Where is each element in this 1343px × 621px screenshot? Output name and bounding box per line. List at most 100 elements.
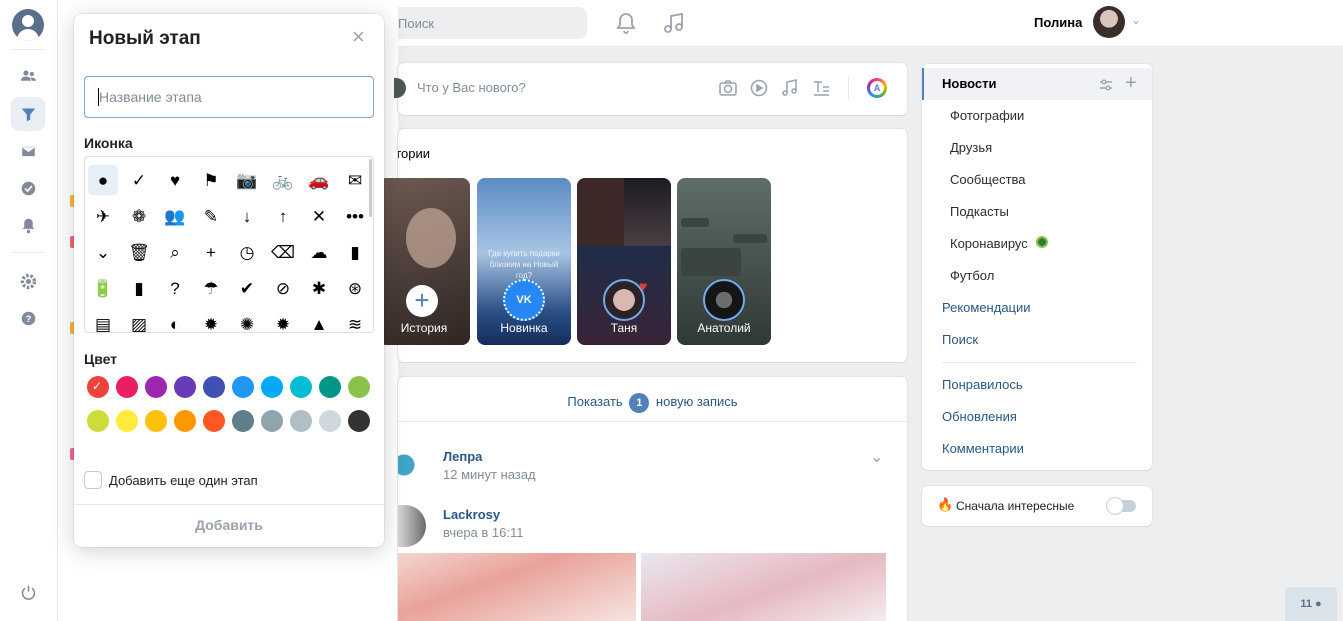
color-swatch[interactable] [319,376,341,398]
news-menu-item[interactable]: Обновления [922,401,1152,433]
stage-icon-option[interactable]: ⚑ [196,165,226,195]
post-time[interactable]: вчера в 16:11 [443,525,523,540]
news-menu-item[interactable]: Сообщества [922,164,1152,196]
interest-toggle-card[interactable]: 🔥 Сначала интересные [922,486,1152,526]
color-swatch[interactable] [261,410,283,432]
user-avatar[interactable] [1093,6,1125,38]
stage-icon-option[interactable]: ☁ [304,237,334,267]
color-swatch[interactable] [232,376,254,398]
camera-icon[interactable] [718,78,738,98]
stage-icon-option[interactable]: 🚗 [304,165,334,195]
stage-icon-option[interactable]: ••• [340,201,370,231]
stage-icon-option[interactable]: ☂ [196,273,226,303]
add-story-icon[interactable]: + [406,285,438,317]
article-icon[interactable] [811,78,831,98]
stage-icon-option[interactable]: 🚲 [268,165,298,195]
post-time[interactable]: 12 минут назад [443,467,536,482]
stage-icon-option[interactable]: ● [88,165,118,195]
stage-icon-option[interactable]: ⌕ [160,237,190,267]
profile-avatar-icon[interactable] [12,9,44,41]
music-attach-icon[interactable] [780,78,800,98]
color-swatch[interactable] [87,410,109,432]
color-swatch[interactable] [348,376,370,398]
chevron-down-icon[interactable]: ⌄ [870,447,883,467]
story-card[interactable]: + История [378,178,470,345]
post-photo[interactable] [641,553,886,621]
color-swatch[interactable] [290,410,312,432]
check-circle-icon[interactable] [11,171,45,205]
stage-icon-option[interactable]: ⌫ [268,237,298,267]
icon-grid-scrollbar[interactable] [369,159,372,217]
color-swatch[interactable] [145,376,167,398]
lepra-avatar[interactable] [398,443,426,485]
stage-icon-option[interactable]: ✹ [196,309,226,333]
chevron-down-icon[interactable]: ⌄ [1131,13,1141,27]
stage-icon-option[interactable]: ↑ [268,201,298,231]
stage-icon-option[interactable]: ❁ [124,201,154,231]
news-menu-item[interactable]: Фотографии [922,100,1152,132]
stage-icon-option[interactable]: ✈ [88,201,118,231]
user-name[interactable]: Полина [1034,15,1082,30]
bell-icon[interactable] [11,208,45,242]
stage-icon-option[interactable]: ▮ [340,237,370,267]
stage-icon-option[interactable]: ⌄ [88,237,118,267]
stage-icon-option[interactable]: ▤ [88,309,118,333]
post-author[interactable]: Lackrosy [443,507,500,522]
gear-icon[interactable] [11,264,45,298]
story-card[interactable]: ♥ Таня [577,178,671,345]
stage-icon-option[interactable]: ✎ [196,201,226,231]
settings-sliders-icon[interactable] [1098,77,1114,93]
style-picker-icon[interactable]: A [867,78,887,98]
news-menu-item[interactable]: Подкасты [922,196,1152,228]
news-menu-item[interactable]: Понравилось [922,369,1152,401]
mail-icon[interactable] [11,134,45,168]
color-swatch[interactable] [348,410,370,432]
add-stage-button[interactable]: Добавить [74,517,384,533]
stage-icon-option[interactable]: ✓ [124,165,154,195]
stage-icon-option[interactable]: 📷 [232,165,262,195]
stage-icon-option[interactable]: 🗑 [124,237,154,267]
color-swatch[interactable] [116,376,138,398]
stage-icon-option[interactable]: ▨ [124,309,154,333]
stage-icon-option[interactable]: ✱ [304,273,334,303]
news-menu-item[interactable]: Комментарии [922,433,1152,465]
color-swatch[interactable] [174,376,196,398]
news-menu-item[interactable]: Футбол [922,260,1152,292]
stage-icon-option[interactable]: ♥ [160,165,190,195]
stage-icon-option[interactable]: ✕ [304,201,334,231]
stage-icon-option[interactable]: ▮ [124,273,154,303]
music-icon[interactable] [662,11,686,35]
filter-icon[interactable] [11,97,45,131]
news-menu-item[interactable]: Рекомендации [922,292,1152,324]
color-swatch[interactable] [203,376,225,398]
friends-icon[interactable] [11,59,45,93]
notifications-bell-icon[interactable] [614,11,638,35]
news-menu-item[interactable]: Новости [922,68,1152,100]
color-swatch[interactable] [145,410,167,432]
stage-icon-option[interactable]: ? [160,273,190,303]
help-icon[interactable]: ? [11,301,45,335]
stage-icon-option[interactable]: ⊘ [268,273,298,303]
show-new-posts-button[interactable]: Показать 1 новую запись [398,393,907,413]
stage-name-input[interactable]: Название этапа [84,76,374,118]
stage-icon-option[interactable]: 🔋 [88,273,118,303]
add-another-checkbox[interactable] [84,471,102,489]
color-swatch[interactable] [261,376,283,398]
add-list-icon[interactable]: + [1125,72,1137,95]
stage-icon-option[interactable]: ◷ [232,237,262,267]
post-photo[interactable] [398,553,636,621]
color-swatch[interactable] [203,410,225,432]
news-menu-item[interactable]: Друзья [922,132,1152,164]
story-card[interactable]: Где купить подарки близким на Новый год?… [477,178,571,345]
power-icon[interactable] [11,575,45,609]
add-another-label[interactable]: Добавить еще один этап [109,473,258,488]
color-swatch[interactable] [290,376,312,398]
stage-icon-option[interactable]: ◐ [160,309,190,333]
search-input[interactable]: Поиск [398,7,587,39]
new-post-card[interactable]: Что у Вас нового? A [394,63,907,115]
video-icon[interactable] [749,78,769,98]
stage-icon-option[interactable]: ✉ [340,165,370,195]
stage-icon-option[interactable]: 👥 [160,201,190,231]
stage-icon-option[interactable]: ↓ [232,201,262,231]
post-author[interactable]: Лепра [443,449,482,464]
